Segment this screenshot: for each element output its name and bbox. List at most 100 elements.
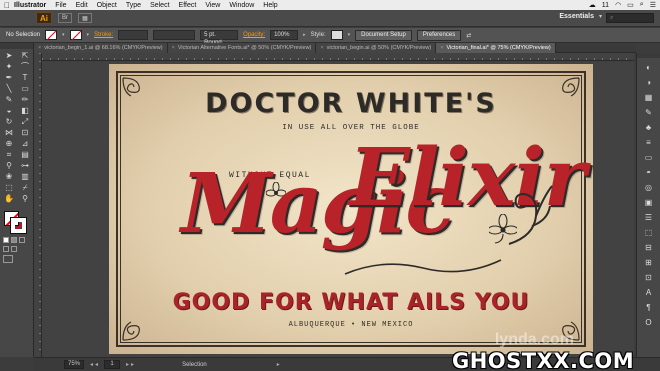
artboards-panel-icon[interactable]: ⬚ — [641, 226, 657, 238]
free-transform-tool-icon[interactable]: ⊡ — [18, 128, 32, 138]
screen-mode-icon[interactable] — [3, 255, 13, 263]
chevron-down-icon[interactable]: ▾ — [87, 32, 90, 38]
color-panel-icon[interactable]: ◐ — [641, 61, 657, 73]
wifi-icon[interactable]: ◠ — [615, 1, 621, 9]
artboard-nav-prev-icon[interactable]: ◂◂ — [90, 361, 100, 368]
color-guide-icon[interactable]: ◑ — [641, 76, 657, 88]
brush-definition-field[interactable]: 5 pt. Round — [200, 30, 239, 46]
transparency-panel-icon[interactable]: ◓ — [641, 166, 657, 178]
opacity-field[interactable]: 100% — [270, 30, 299, 40]
eraser-tool-icon[interactable]: ◧ — [18, 106, 32, 116]
panel-grip[interactable] — [637, 53, 660, 58]
chevron-right-icon[interactable]: ▸ — [303, 32, 306, 38]
magic-wand-tool-icon[interactable]: ✦ — [2, 62, 16, 72]
gradient-panel-icon[interactable]: ▭ — [641, 151, 657, 163]
pathfinder-panel-icon[interactable]: ⊞ — [641, 256, 657, 268]
width-tool-icon[interactable]: ⋈ — [2, 128, 16, 138]
brushes-panel-icon[interactable]: ✎ — [641, 106, 657, 118]
opentype-panel-icon[interactable]: O — [641, 316, 657, 328]
symbols-panel-icon[interactable]: ♣ — [641, 121, 657, 133]
graphic-style-swatch[interactable] — [330, 30, 343, 40]
lasso-tool-icon[interactable]: ⌒ — [18, 62, 32, 72]
rectangle-tool-icon[interactable]: ▭ — [18, 84, 32, 94]
menu-app-name[interactable]: Illustrator — [14, 2, 46, 9]
notification-icon[interactable]: ☰ — [650, 1, 656, 9]
menu-edit[interactable]: Edit — [76, 2, 88, 9]
appearance-panel-icon[interactable]: ◎ — [641, 181, 657, 193]
spotlight-icon[interactable]: ⌕ — [640, 1, 644, 9]
shape-builder-tool-icon[interactable]: ⊕ — [2, 139, 16, 149]
variable-width-field[interactable] — [153, 30, 196, 40]
none-button[interactable] — [19, 237, 25, 243]
color-button[interactable] — [3, 237, 9, 243]
stroke-weight-field[interactable] — [118, 30, 149, 40]
arrange-documents-icon[interactable]: ▦ — [78, 13, 92, 23]
column-graph-tool-icon[interactable]: ▥ — [18, 172, 32, 182]
menu-file[interactable]: File — [55, 2, 66, 9]
menu-window[interactable]: Window — [229, 2, 254, 9]
mesh-tool-icon[interactable]: ⌗ — [2, 150, 16, 160]
close-icon[interactable]: × — [172, 45, 175, 51]
artboard[interactable]: DOCTOR WHITE'S IN USE ALL OVER THE GLOBE… — [109, 64, 593, 354]
bridge-button[interactable]: Br — [58, 13, 72, 23]
workspace-switcher[interactable]: Essentials — [559, 13, 594, 20]
perspective-grid-tool-icon[interactable]: ⊿ — [18, 139, 32, 149]
status-mode-text[interactable]: Selection — [182, 362, 207, 368]
vertical-ruler[interactable] — [34, 53, 42, 357]
zoom-tool-icon[interactable]: ⚲ — [18, 194, 32, 204]
character-panel-icon[interactable]: A — [641, 286, 657, 298]
transform-panel-icon[interactable]: ⊡ — [641, 271, 657, 283]
document-setup-button[interactable]: Document Setup — [355, 29, 412, 41]
artboard-number-field[interactable]: 1 — [104, 360, 121, 369]
stroke-panel-icon[interactable]: ≡ — [641, 136, 657, 148]
symbol-sprayer-tool-icon[interactable]: ❀ — [2, 172, 16, 182]
tab-victorian-alternative-fonts[interactable]: × Victorian Alternative Fonts.ai* @ 50% (… — [167, 43, 317, 53]
scale-tool-icon[interactable]: ⤢ — [18, 117, 32, 127]
chevron-down-icon[interactable]: ▾ — [348, 32, 351, 38]
document-canvas[interactable]: DOCTOR WHITE'S IN USE ALL OVER THE GLOBE… — [42, 61, 634, 357]
paintbrush-tool-icon[interactable]: ✎ — [2, 95, 16, 105]
arrange-icon[interactable]: ⇄ — [466, 32, 471, 39]
draw-behind-button[interactable] — [11, 246, 17, 252]
graphic-styles-icon[interactable]: ▣ — [641, 196, 657, 208]
menu-object[interactable]: Object — [97, 2, 117, 9]
paragraph-panel-icon[interactable]: ¶ — [641, 301, 657, 313]
artboard-nav-next-icon[interactable]: ▸▸ — [126, 361, 136, 368]
chevron-right-icon[interactable]: ▸ — [277, 361, 280, 368]
stroke-color-swatch[interactable] — [69, 30, 82, 40]
cloud-icon[interactable]: ☁ — [589, 1, 596, 9]
chevron-down-icon[interactable]: ▾ — [599, 13, 602, 20]
close-icon[interactable]: × — [320, 45, 323, 51]
horizontal-ruler[interactable] — [42, 53, 634, 61]
search-input[interactable]: ⌕ — [606, 13, 654, 23]
draw-normal-button[interactable] — [3, 246, 9, 252]
tab-victorian-begin-1[interactable]: × victorian_begin_1.ai @ 68.16% (CMYK/Pre… — [34, 43, 168, 53]
menu-effect[interactable]: Effect — [179, 2, 197, 9]
opacity-label[interactable]: Opacity: — [243, 32, 265, 38]
preferences-button[interactable]: Preferences — [416, 29, 462, 41]
close-icon[interactable]: × — [440, 45, 443, 51]
eyedropper-tool-icon[interactable]: ⚲ — [2, 161, 16, 171]
battery-icon[interactable]: ▭ — [627, 1, 634, 9]
line-tool-icon[interactable]: ╲ — [2, 84, 16, 94]
blend-tool-icon[interactable]: ⊶ — [18, 161, 32, 171]
type-tool-icon[interactable]: T — [18, 73, 32, 83]
tab-victorian-final[interactable]: × Victorian_final.ai* @ 75% (CMYK/Preview… — [436, 43, 556, 53]
gradient-tool-icon[interactable]: ▤ — [18, 150, 32, 160]
slice-tool-icon[interactable]: ⌿ — [18, 183, 32, 193]
direct-selection-tool-icon[interactable]: ⇱ — [18, 51, 32, 61]
selection-tool-icon[interactable]: ➤ — [2, 51, 16, 61]
blob-brush-tool-icon[interactable]: ◒ — [2, 106, 16, 116]
hand-tool-icon[interactable]: ✋ — [2, 194, 16, 204]
menu-view[interactable]: View — [205, 2, 220, 9]
menu-badge[interactable]: 11 — [602, 2, 609, 9]
apple-menu-icon[interactable]:  — [0, 1, 14, 10]
align-panel-icon[interactable]: ⊟ — [641, 241, 657, 253]
rotate-tool-icon[interactable]: ↻ — [2, 117, 16, 127]
menu-type[interactable]: Type — [126, 2, 141, 9]
menu-help[interactable]: Help — [263, 2, 277, 9]
close-icon[interactable]: × — [38, 45, 41, 51]
menu-select[interactable]: Select — [150, 2, 169, 9]
fill-color-swatch[interactable] — [45, 30, 58, 40]
zoom-level-field[interactable]: 75% — [64, 360, 85, 369]
